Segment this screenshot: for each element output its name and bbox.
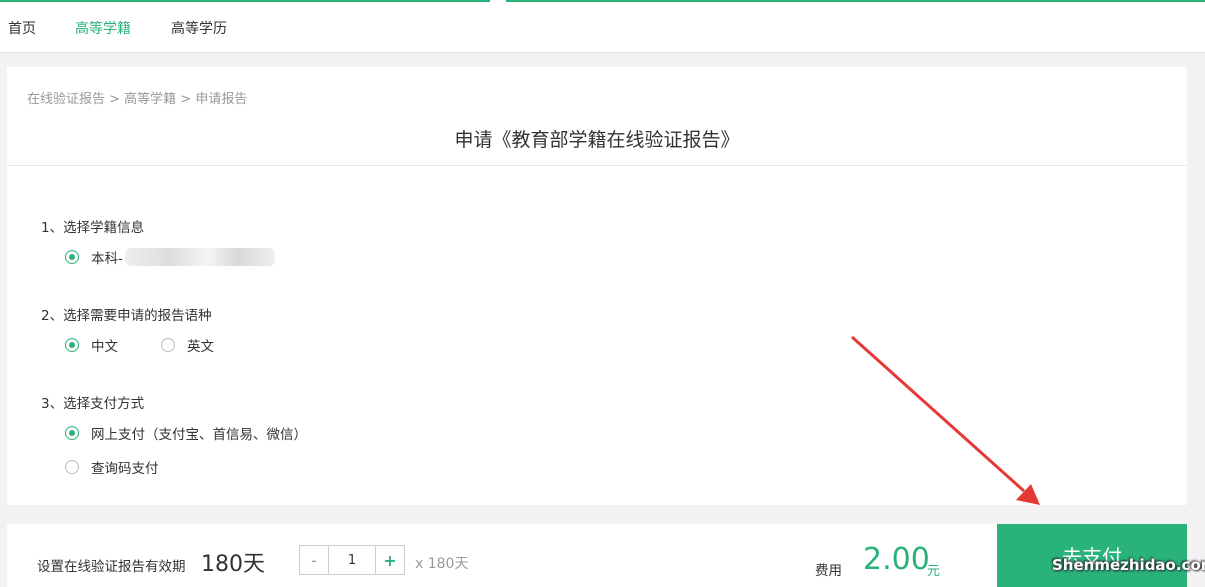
redacted-text <box>124 248 275 266</box>
multiplier-text: x 180天 <box>415 556 469 572</box>
nav-higher-enrollment[interactable]: 高等学籍 <box>75 18 131 38</box>
language-option-english[interactable]: 英文 <box>161 335 214 355</box>
enrollment-option[interactable]: 本科- <box>65 247 275 267</box>
fee-label: 费用 <box>815 563 842 579</box>
stepper-plus-button[interactable]: + <box>376 546 404 574</box>
enrollment-option-label: 本科- <box>91 251 123 267</box>
payment-option-query-code[interactable]: 查询码支付 <box>65 457 159 477</box>
breadcrumb: 在线验证报告 > 高等学籍 > 申请报告 <box>27 92 248 107</box>
section-title-payment: 3、选择支付方式 <box>41 396 145 412</box>
language-option-label: 英文 <box>187 339 214 355</box>
radio-unchecked-icon[interactable] <box>161 338 175 352</box>
section-title-language: 2、选择需要申请的报告语种 <box>41 308 212 324</box>
language-option-chinese[interactable]: 中文 <box>65 335 118 355</box>
radio-checked-icon[interactable] <box>65 426 79 440</box>
nav-home[interactable]: 首页 <box>8 18 36 38</box>
radio-checked-icon[interactable] <box>65 338 79 352</box>
validity-value: 180天 <box>201 552 265 577</box>
application-card: 在线验证报告 > 高等学籍 > 申请报告 申请《教育部学籍在线验证报告》 1、选… <box>7 67 1187 505</box>
stepper-minus-button[interactable]: - <box>300 546 328 574</box>
validity-stepper: - 1 + <box>299 545 405 575</box>
fee-amount: 2.00 <box>863 542 930 577</box>
divider <box>7 165 1187 166</box>
page-title: 申请《教育部学籍在线验证报告》 <box>454 129 740 151</box>
payment-option-online[interactable]: 网上支付（支付宝、首信易、微信） <box>65 423 307 443</box>
section-title-enrollment: 1、选择学籍信息 <box>41 220 145 236</box>
payment-option-label: 网上支付（支付宝、首信易、微信） <box>91 427 307 443</box>
radio-unchecked-icon[interactable] <box>65 460 79 474</box>
top-navbar: 首页 高等学籍 高等学历 <box>0 0 1205 53</box>
nav-higher-education[interactable]: 高等学历 <box>171 18 227 38</box>
language-option-label: 中文 <box>91 339 118 355</box>
top-accent-line <box>506 0 1205 2</box>
top-accent-line <box>0 0 490 2</box>
payment-option-label: 查询码支付 <box>91 461 159 477</box>
stepper-input[interactable]: 1 <box>328 546 376 574</box>
payment-bar: 设置在线验证报告有效期 180天 - 1 + x 180天 费用 2.00 元 … <box>7 524 1187 587</box>
validity-label: 设置在线验证报告有效期 <box>37 559 186 575</box>
fee-unit: 元 <box>927 564 941 579</box>
radio-checked-icon[interactable] <box>65 250 79 264</box>
watermark: Shenmezhidao.com <box>1052 556 1205 574</box>
